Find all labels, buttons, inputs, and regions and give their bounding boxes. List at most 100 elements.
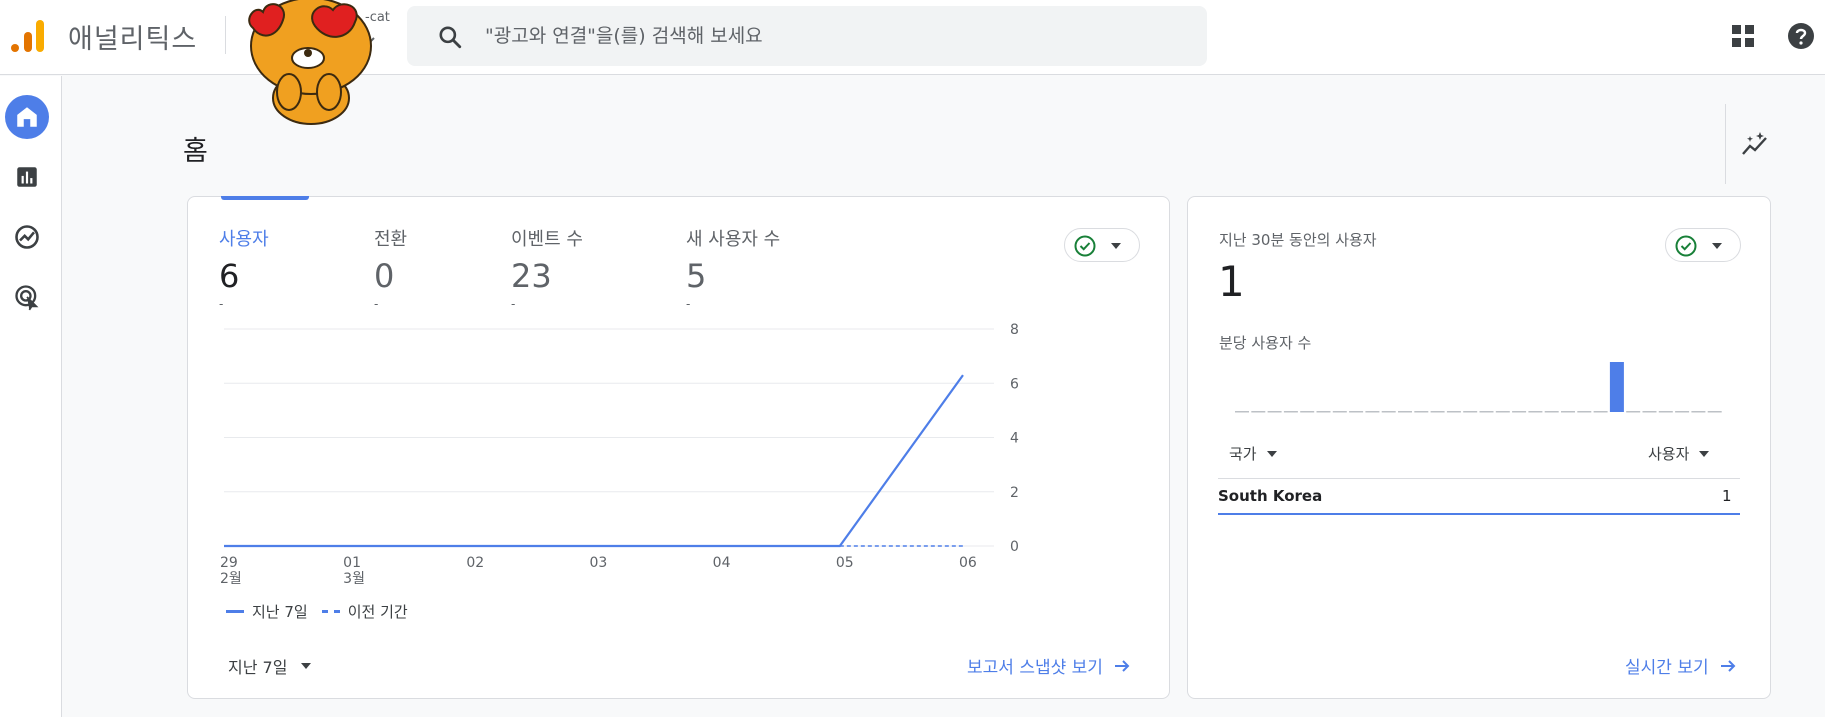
bar-chart-icon [17,167,37,187]
left-navigation-rail [0,76,62,717]
link-label: 실시간 보기 [1625,658,1709,678]
analytics-logo-icon[interactable] [10,18,46,54]
arrow-right-icon [1720,659,1736,672]
minute-bar-empty[interactable] [1463,411,1478,413]
y-tick-label: 8 [1010,322,1019,338]
minute-bar-empty[interactable] [1544,411,1559,413]
insights-sparkle-icon[interactable] [1740,130,1770,160]
chart-legend: 지난 7일 이전 기간 [226,601,408,622]
x-tick-label: 01 [343,555,361,571]
legend-swatch-previous [321,610,340,613]
minute-bar-empty[interactable] [1414,411,1429,413]
x-tick-label: 05 [836,555,854,571]
advertising-target-icon [15,285,39,311]
column-header-country[interactable]: 국가 [1229,443,1277,464]
realtime-status-dropdown[interactable] [1665,228,1741,262]
check-circle-icon [1675,235,1697,257]
header-right-divider [1725,104,1726,184]
date-range-label: 지난 7일 [228,658,288,677]
minute-bar-empty[interactable] [1332,411,1347,413]
minute-bar-empty[interactable] [1267,411,1282,413]
date-range-dropdown[interactable]: 지난 7일 [228,654,312,678]
explore-trend-icon [15,225,39,249]
minute-bar-empty[interactable] [1446,411,1461,413]
minute-bar-empty[interactable] [1528,411,1543,413]
search-input[interactable] [485,16,1185,56]
dropdown-arrow-icon [1712,243,1722,249]
rail-item-explore[interactable] [5,215,49,259]
minute-bar-empty[interactable] [1707,411,1722,413]
minute-bar-empty[interactable] [1381,411,1396,413]
table-cell-country: South Korea [1218,487,1323,505]
help-icon[interactable] [1787,22,1815,50]
minute-bar-empty[interactable] [1691,411,1706,413]
column-header-label: 국가 [1229,445,1257,463]
per-minute-bar-chart [1235,362,1722,413]
link-label: 보고서 스냅샷 보기 [967,658,1103,678]
minute-bar-empty[interactable] [1561,411,1575,413]
dropdown-arrow-icon [1699,450,1710,457]
y-tick-label: 0 [1010,539,1019,555]
column-header-users[interactable]: 사용자 [1648,443,1710,464]
minute-bar-empty[interactable] [1349,411,1364,413]
x-tick-sublabel: 2월 [220,571,242,587]
x-tick-label: 02 [466,555,484,571]
ryan-heart-eyes-sticker [248,0,372,125]
y-tick-label: 4 [1010,431,1019,447]
users-line-chart: 02468292월013월02 03 04 05 06 [220,322,1019,587]
legend-swatch-current [226,610,244,613]
minute-bar-empty[interactable] [1479,411,1494,413]
apps-grid-icon[interactable] [1731,24,1755,48]
overview-card: 사용자 6 - 전환 0 - 이벤트 수 23 - 새 사용자 수 5 - 02… [187,196,1170,699]
x-tick-label: 06 [959,555,977,571]
legend-label-previous: 이전 기간 [347,603,408,621]
minute-bar-empty[interactable] [1430,411,1445,413]
minute-bar-empty[interactable] [1658,411,1673,413]
rail-item-reports[interactable] [5,155,49,199]
series-line-current [224,374,964,548]
legend-label-current: 지난 7일 [252,603,308,621]
table-divider [1218,478,1740,479]
minute-bar-empty[interactable] [1593,411,1608,413]
y-tick-label: 6 [1010,376,1019,392]
arrow-right-icon [1114,659,1130,672]
minute-bar-empty[interactable] [1495,411,1510,413]
minute-bar-empty[interactable] [1512,411,1527,413]
home-icon [17,107,37,127]
minute-bar-empty[interactable] [1577,411,1592,413]
minute-bar[interactable] [1609,362,1624,412]
minute-bar-empty[interactable] [1235,411,1249,413]
app-title: 애널리틱스 [68,24,198,55]
top-app-bar: 애널리틱스 모 -cat [0,0,1825,125]
dropdown-arrow-icon [1266,450,1277,457]
minute-bar-empty[interactable] [1642,411,1657,413]
rail-item-home[interactable] [5,95,49,139]
minute-bar-empty[interactable] [1365,411,1380,413]
x-tick-sublabel: 3월 [343,571,365,587]
column-header-label: 사용자 [1648,445,1690,463]
minute-bar-empty[interactable] [1251,411,1266,413]
rail-item-advertising[interactable] [5,275,49,319]
minute-bar-empty[interactable] [1316,411,1331,413]
minute-bar-empty[interactable] [1626,411,1641,413]
per-minute-label: 분당 사용자 수 [1219,334,1312,352]
y-tick-label: 2 [1010,485,1019,501]
minute-bar-empty[interactable] [1283,411,1298,413]
minute-bar-empty[interactable] [1398,411,1412,413]
realtime-title: 지난 30분 동안의 사용자 [1219,231,1377,249]
view-realtime-link[interactable]: 실시간 보기 [1625,653,1737,678]
x-tick-label: 03 [590,555,608,571]
minute-bar-empty[interactable] [1675,411,1690,413]
view-report-snapshot-link[interactable]: 보고서 스냅샷 보기 [967,653,1131,678]
table-row-bar [1218,513,1740,515]
x-tick-label: 04 [713,555,731,571]
header-divider [225,16,226,54]
table-cell-users: 1 [1722,487,1732,505]
minute-bar-empty[interactable] [1300,411,1315,413]
search-icon[interactable] [437,24,463,50]
realtime-user-count: 1 [1218,257,1245,306]
realtime-card: 지난 30분 동안의 사용자 1 분당 사용자 수 국가 사용자 South K… [1187,196,1771,699]
search-bar[interactable] [407,6,1207,66]
x-tick-label: 29 [220,555,238,571]
page-title: 홈 [183,136,208,167]
